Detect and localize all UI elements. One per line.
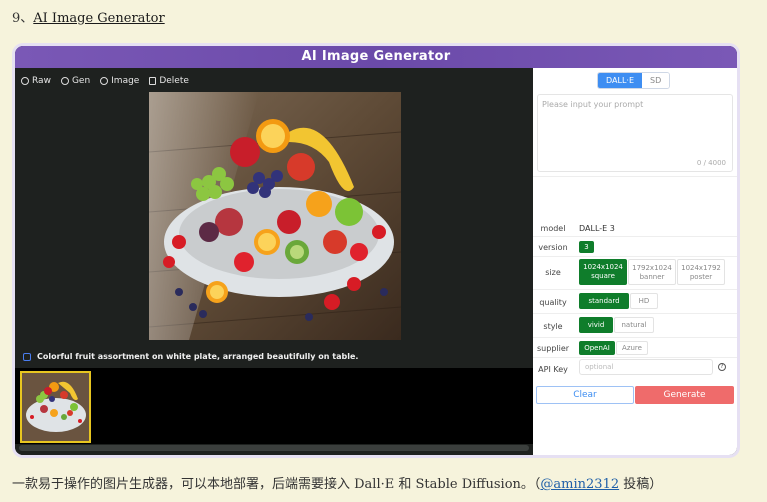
help-icon[interactable]: ? [718,363,726,371]
divider [533,357,737,358]
version-badge[interactable]: 3 [579,241,594,253]
thumbnail-selected[interactable] [20,371,91,443]
image-viewer: Raw Gen Image Delete Colorful fruit asso… [15,68,533,455]
description-text: 一款易于操作的图片生成器，可以本地部署，后端需要接入 Dall·E 和 Stab… [12,477,541,492]
gen-button[interactable]: Gen [60,74,90,88]
quality-label: quality [539,298,567,307]
divider [533,256,737,257]
size-option-square[interactable]: 1024x1024 square [579,259,627,285]
thumbnail-image [22,373,89,441]
info-icon [100,77,109,85]
size-option-poster[interactable]: 1024x1792 poster [677,259,725,285]
app-title: AI Image Generator [15,46,737,68]
style-vivid[interactable]: vivid [579,317,613,333]
engine-selector: DALL·E SD [597,72,671,89]
size-option-banner[interactable]: 1792x1024 banner [628,259,676,285]
model-label: model [540,224,566,233]
generate-button[interactable]: Generate [635,386,734,404]
tab-dalle[interactable]: DALL·E [598,73,643,88]
horizontal-scrollbar[interactable] [19,445,529,451]
image-button[interactable]: Image [100,74,139,88]
clear-button[interactable]: Clear [536,386,634,404]
divider [533,289,737,290]
divider [533,236,737,237]
model-value: DALL-E 3 [579,224,615,233]
size-label: size [545,268,561,277]
divider [533,313,737,314]
copy-icon[interactable] [23,352,31,361]
supplier-label: supplier [537,344,570,353]
apikey-input[interactable]: optional [579,359,713,375]
fruit-plate-image [149,92,401,340]
apikey-label: API Key [538,365,568,374]
section-number: 9、 [12,11,34,26]
description-suffix: 投稿） [619,477,663,492]
trash-icon [149,77,157,85]
tab-sd[interactable]: SD [642,73,670,88]
divider [533,176,737,177]
settings-panel: DALL·E SD Please input your prompt 0 / 4… [533,68,737,455]
app-screenshot: AI Image Generator Raw Gen Image Delete [15,46,737,455]
info-icon [21,77,29,85]
viewer-toolbar: Raw Gen Image Delete [21,74,189,88]
style-label: style [543,322,563,331]
raw-button[interactable]: Raw [21,74,51,88]
generated-image [149,92,401,340]
author-link[interactable]: @amin2312 [540,477,619,492]
thumbnail-strip [15,368,533,444]
quality-standard[interactable]: standard [579,293,629,309]
image-caption: Colorful fruit assortment on white plate… [23,352,358,361]
supplier-azure[interactable]: Azure [616,341,648,355]
version-label: version [538,243,568,252]
divider [533,337,737,338]
supplier-openai[interactable]: OpenAI [579,341,615,355]
prompt-char-count: 0 / 4000 [696,159,726,167]
prompt-placeholder: Please input your prompt [542,100,644,109]
description: 一款易于操作的图片生成器，可以本地部署，后端需要接入 Dall·E 和 Stab… [12,473,662,492]
delete-button[interactable]: Delete [149,74,189,88]
prompt-input[interactable]: Please input your prompt 0 / 4000 [537,94,733,172]
info-icon [60,77,69,85]
project-link[interactable]: AI Image Generator [33,11,164,26]
style-natural[interactable]: natural [614,317,654,333]
section-heading: 9、AI Image Generator [12,7,165,26]
quality-hd[interactable]: HD [630,293,658,309]
